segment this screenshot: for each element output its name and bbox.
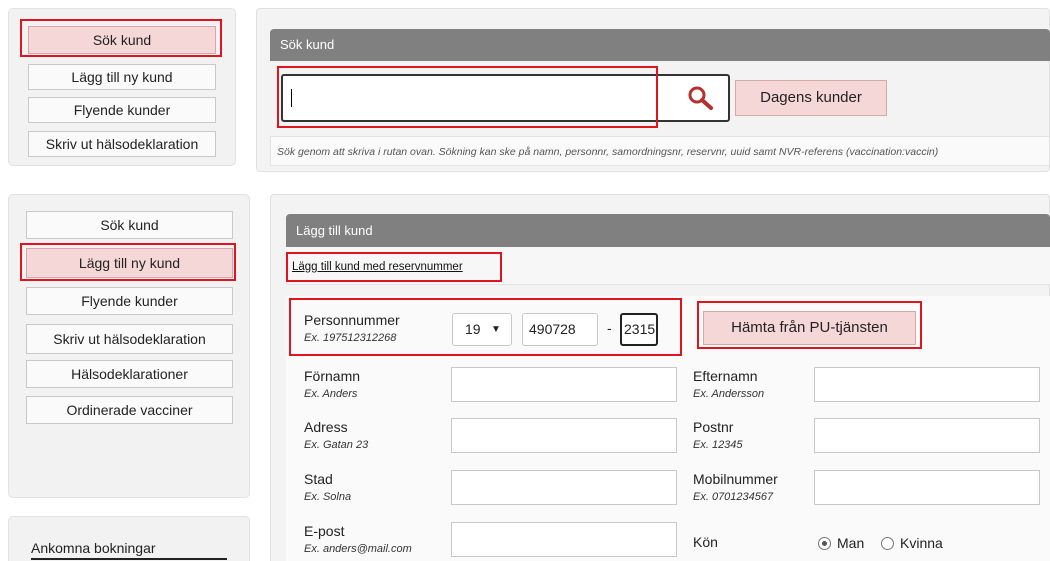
mobilnummer-input[interactable] [814, 470, 1040, 505]
nav-lagg-till-ny-kund[interactable]: Lägg till ny kund [26, 248, 233, 278]
epost-input[interactable] [451, 522, 677, 557]
kon-man-label[interactable]: Man [837, 535, 864, 551]
stad-input[interactable] [451, 470, 677, 505]
kon-radio-man[interactable] [818, 537, 831, 550]
mobilnummer-example: Ex. 0701234567 [693, 491, 774, 503]
nav-halsodeklarationer[interactable]: Hälsodeklarationer [26, 360, 233, 388]
text-cursor [291, 89, 292, 107]
top-nav-lagg-till[interactable]: Lägg till ny kund [28, 64, 216, 90]
nav-skriv-ut-halsodeklaration[interactable]: Skriv ut hälsodeklaration [26, 324, 233, 354]
top-nav-skriv-ut[interactable]: Skriv ut hälsodeklaration [28, 131, 216, 157]
personnummer-label: Personnummer [304, 312, 400, 328]
fornamn-input[interactable] [451, 367, 677, 402]
fornamn-example: Ex. Anders [304, 388, 358, 400]
postnr-label: Postnr [693, 419, 734, 435]
add-panel-title: Lägg till kund [286, 214, 1050, 247]
radio-selected-dot [822, 541, 827, 546]
adress-label: Adress [304, 419, 348, 435]
kon-radio-kvinna[interactable] [881, 537, 894, 550]
stad-example: Ex. Solna [304, 491, 352, 503]
mobilnummer-label: Mobilnummer [693, 471, 778, 487]
postnr-input[interactable] [814, 418, 1040, 453]
epost-label: E-post [304, 523, 345, 539]
top-nav-sok-kund[interactable]: Sök kund [28, 26, 216, 54]
hamta-pu-button[interactable]: Hämta från PU-tjänsten [703, 311, 916, 345]
search-input[interactable] [281, 74, 730, 122]
fornamn-label: Förnamn [304, 368, 361, 384]
top-nav-flyende[interactable]: Flyende kunder [28, 97, 216, 123]
top-panel-title: Sök kund [270, 29, 1050, 61]
efternamn-example: Ex. Andersson [693, 388, 765, 400]
bookings-underline [31, 558, 227, 560]
personnummer-example: Ex. 197512312268 [304, 332, 397, 344]
personnummer-dash: - [607, 320, 612, 336]
century-value: 19 [465, 321, 481, 337]
nav-sok-kund[interactable]: Sök kund [26, 211, 233, 239]
ankomna-bokningar-label[interactable]: Ankomna bokningar [31, 540, 156, 556]
birthdate-input[interactable]: 490728 [522, 313, 598, 346]
search-icon[interactable] [684, 84, 718, 112]
dagens-kunder-button[interactable]: Dagens kunder [735, 80, 887, 116]
kon-kvinna-label[interactable]: Kvinna [900, 535, 943, 551]
chevron-down-icon: ▼ [491, 324, 501, 335]
century-select[interactable]: 19 ▼ [452, 313, 512, 346]
adress-example: Ex. Gatan 23 [304, 439, 369, 451]
adress-input[interactable] [451, 418, 677, 453]
postnr-example: Ex. 12345 [693, 439, 743, 451]
reserve-link[interactable]: Lägg till kund med reservnummer [292, 261, 463, 273]
efternamn-input[interactable] [814, 367, 1040, 402]
nav-ordinerade-vacciner[interactable]: Ordinerade vacciner [26, 396, 233, 424]
stad-label: Stad [304, 471, 333, 487]
search-hint: Sök genom att skriva i rutan ovan. Sökni… [270, 136, 1050, 166]
epost-example: Ex. anders@mail.com [304, 543, 412, 555]
kon-label: Kön [693, 534, 718, 550]
suffix-input[interactable]: 2315 [620, 313, 658, 346]
efternamn-label: Efternamn [693, 368, 758, 384]
nav-flyende-kunder[interactable]: Flyende kunder [26, 287, 233, 315]
